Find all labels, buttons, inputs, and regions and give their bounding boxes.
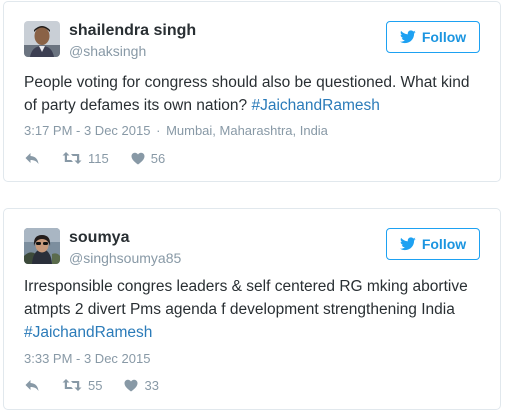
retweet-button[interactable]: 115 [62, 150, 109, 166]
location[interactable]: Mumbai, Maharashtra, India [166, 123, 328, 138]
tweet-feed: shailendra singh @shaksingh Follow Peopl… [0, 0, 506, 413]
twitter-bird-icon [399, 237, 416, 251]
like-button[interactable]: 33 [124, 377, 159, 393]
tweet-meta: 3:33 PM - 3 Dec 2015 [24, 351, 150, 366]
meta-separator: · [156, 123, 161, 138]
retweet-count: 115 [88, 150, 109, 166]
user-handle[interactable]: @singhsoumya85 [69, 250, 181, 266]
follow-label: Follow [421, 29, 467, 45]
reply-button[interactable] [24, 150, 40, 166]
avatar-image [24, 21, 60, 57]
reply-icon [25, 153, 39, 164]
tweet-actions: 55 33 [24, 377, 159, 393]
tweet-text: Irresponsible congres leaders & self cen… [24, 275, 482, 344]
tweet-body: People voting for congress should also b… [24, 74, 470, 114]
display-name[interactable]: soumya [69, 229, 129, 247]
hashtag-link[interactable]: #JaichandRamesh [24, 324, 152, 341]
like-count: 56 [150, 150, 166, 166]
reply-button[interactable] [24, 377, 40, 393]
avatar-image [24, 228, 60, 264]
tweet-card: shailendra singh @shaksingh Follow Peopl… [3, 1, 501, 182]
timestamp[interactable]: 3:33 PM - 3 Dec 2015 [24, 351, 150, 366]
avatar[interactable] [24, 21, 60, 57]
heart-icon [131, 152, 145, 164]
tweet-actions: 115 56 [24, 150, 165, 166]
follow-button[interactable]: Follow [386, 21, 480, 53]
avatar[interactable] [24, 228, 60, 264]
user-handle[interactable]: @shaksingh [69, 43, 146, 59]
follow-button[interactable]: Follow [386, 228, 480, 260]
tweet-text: People voting for congress should also b… [24, 71, 482, 117]
retweet-icon [62, 379, 82, 391]
retweet-count: 55 [88, 377, 103, 393]
timestamp[interactable]: 3:17 PM - 3 Dec 2015 [24, 123, 150, 138]
heart-icon [124, 379, 138, 391]
reply-icon [25, 380, 39, 391]
retweet-button[interactable]: 55 [62, 377, 102, 393]
hashtag-link[interactable]: #JaichandRamesh [251, 97, 379, 114]
like-button[interactable]: 56 [131, 150, 165, 166]
tweet-meta: 3:17 PM - 3 Dec 2015 · Mumbai, Maharasht… [24, 123, 328, 138]
follow-label: Follow [421, 236, 467, 252]
twitter-bird-icon [399, 30, 416, 44]
display-name[interactable]: shailendra singh [69, 22, 196, 40]
tweet-card: soumya @singhsoumya85 Follow Irresponsib… [3, 208, 501, 410]
retweet-icon [62, 152, 82, 164]
tweet-body: Irresponsible congres leaders & self cen… [24, 278, 468, 318]
like-count: 33 [144, 377, 159, 393]
